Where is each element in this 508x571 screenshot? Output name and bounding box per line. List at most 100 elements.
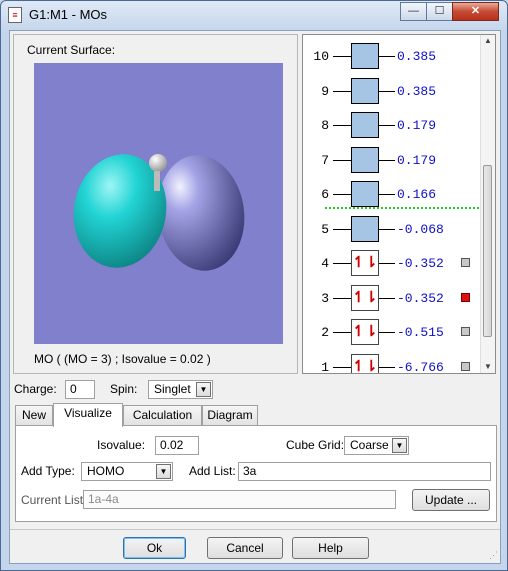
virtual-orbital-box[interactable] [351, 77, 379, 104]
mo-row[interactable]: 3 ↿⇂ -0.352 [303, 283, 481, 313]
scroll-up-icon[interactable]: ▲ [481, 35, 495, 47]
mo-row[interactable]: 7 0.179 [303, 145, 481, 175]
spin-value: Singlet [154, 382, 191, 396]
spin-select[interactable]: Singlet ▼ [148, 380, 213, 399]
tab-diagram[interactable]: Diagram [202, 405, 258, 426]
virtual-orbital-box[interactable] [351, 181, 379, 207]
mo-row[interactable]: 5 -0.068 [303, 214, 481, 244]
current-list-label: Current List: [21, 493, 87, 507]
scroll-down-icon[interactable]: ▼ [481, 361, 495, 373]
virtual-orbital-box[interactable] [351, 215, 379, 242]
orbital-render [73, 154, 245, 271]
tab-calculation[interactable]: Calculation [123, 405, 202, 426]
dialog-body: Current Surface: MO ((MO = 3) ; Isovalu… [9, 30, 501, 564]
mo-level-line [333, 263, 351, 264]
charge-label: Charge: [14, 382, 57, 396]
mo-row[interactable]: 10 0.385 [303, 41, 481, 71]
mo-row[interactable]: 8 0.179 [303, 110, 481, 140]
resize-grip-icon[interactable]: ⋰ [489, 550, 498, 561]
tab-new[interactable]: New [15, 405, 53, 426]
virtual-orbital-box[interactable] [351, 112, 379, 138]
mo-diagram-panel[interactable]: 10 0.385 9 0.385 8 0.179 7 0.179 6 0.166 5 -0.068 4 ↿… [302, 34, 496, 374]
mo-level-line [333, 366, 351, 368]
isovalue-input[interactable]: 0.02 [155, 436, 199, 455]
occupied-orbital-box[interactable]: ↿⇂ [351, 250, 379, 276]
mos-window: ≡ G1:M1 - MOs — ☐ ✕ Current Surface: MO … [0, 0, 508, 571]
close-icon[interactable]: ✕ [452, 2, 499, 21]
mo-select-checkbox[interactable] [461, 258, 470, 267]
add-type-label: Add Type: [21, 464, 75, 478]
scroll-thumb[interactable] [483, 165, 492, 337]
mo-number: 6 [321, 187, 329, 202]
add-list-label: Add List: [189, 464, 236, 478]
mo-level-line [333, 332, 351, 333]
surface-group: Current Surface: MO ((MO = 3) ; Isovalu… [13, 34, 298, 374]
mo-row[interactable]: 2 ↿⇂ -0.515 [303, 317, 481, 347]
ok-button[interactable]: Ok [123, 537, 186, 559]
mo-energy: -0.515 [397, 325, 444, 340]
mo-level-line [379, 159, 395, 161]
mo-level-line [379, 90, 395, 92]
cube-grid-label: Cube Grid: [286, 438, 345, 452]
mo-energy: 0.385 [397, 83, 437, 99]
title-bar[interactable]: ≡ G1:M1 - MOs — ☐ ✕ [1, 1, 507, 29]
tab-visualize[interactable]: Visualize [53, 403, 123, 427]
mo-level-line [333, 297, 351, 299]
mo-energy: 0.166 [397, 187, 437, 202]
mo-number: 1 [321, 359, 329, 374]
occupied-orbital-box[interactable]: ↿⇂ [351, 319, 379, 345]
mo-level-line [333, 194, 351, 195]
maximize-icon[interactable]: ☐ [426, 2, 453, 21]
mo-energy: -0.352 [397, 290, 444, 306]
mo-number: 3 [321, 290, 329, 306]
mo-select-checkbox[interactable] [461, 292, 470, 302]
hydrogen-atom [149, 154, 167, 172]
mo-level-line [379, 332, 395, 333]
virtual-orbital-box[interactable] [351, 43, 379, 69]
mo-select-checkbox[interactable] [461, 327, 470, 336]
homo-lumo-gap-line [325, 207, 479, 209]
visualize-panel: Isovalue: 0.02 Cube Grid: Coarse ▼ Add T… [15, 425, 497, 522]
occupied-orbital-box[interactable]: ↿⇂ [351, 353, 379, 374]
mo-level-line [333, 56, 351, 57]
chevron-down-icon[interactable]: ▼ [196, 382, 211, 397]
mo-number: 8 [321, 118, 329, 133]
app-icon: ≡ [8, 7, 22, 23]
window-title: G1:M1 - MOs [29, 7, 108, 22]
mo-row[interactable]: 4 ↿⇂ -0.352 [303, 248, 481, 278]
chevron-down-icon[interactable]: ▼ [156, 464, 171, 479]
separator [10, 529, 500, 530]
mo-level-line [333, 159, 351, 161]
current-surface-label: Current Surface: [27, 43, 116, 57]
mo-level-line [379, 263, 395, 264]
mo-row[interactable]: 1 ↿⇂ -6.766 [303, 352, 481, 374]
add-list-input[interactable]: 3a [238, 462, 491, 481]
charge-input[interactable]: 0 [65, 380, 95, 399]
mo-level-line [379, 228, 395, 230]
electron-pair-icon: ↿⇂ [352, 357, 378, 374]
occupied-orbital-box[interactable]: ↿⇂ [351, 284, 379, 311]
orbital-viewport[interactable] [34, 63, 283, 344]
update-button[interactable]: Update ... [412, 489, 490, 511]
mo-number: 2 [321, 325, 329, 340]
mo-select-checkbox[interactable] [461, 361, 470, 371]
mo-energy: 0.179 [397, 118, 437, 133]
mo-scrollbar[interactable]: ▲ ▼ [480, 35, 495, 373]
cube-grid-select[interactable]: Coarse ▼ [344, 436, 409, 455]
minimize-icon[interactable]: — [400, 2, 427, 21]
chevron-down-icon[interactable]: ▼ [392, 438, 407, 453]
mo-row[interactable]: 9 0.385 [303, 76, 481, 106]
cube-grid-value: Coarse [350, 438, 389, 452]
help-button[interactable]: Help [292, 537, 369, 559]
virtual-orbital-box[interactable] [351, 146, 379, 173]
mo-number: 5 [321, 221, 329, 237]
cancel-button[interactable]: Cancel [207, 537, 283, 559]
mo-level-line [379, 366, 395, 368]
mo-level-line [379, 125, 395, 126]
current-list-input: 1a-4a [83, 490, 396, 509]
mo-number: 4 [321, 256, 329, 271]
add-type-select[interactable]: HOMO ▼ [81, 462, 173, 481]
mo-row[interactable]: 6 0.166 [303, 179, 481, 209]
mo-level-line [379, 194, 395, 195]
isovalue-label: Isovalue: [97, 438, 146, 452]
